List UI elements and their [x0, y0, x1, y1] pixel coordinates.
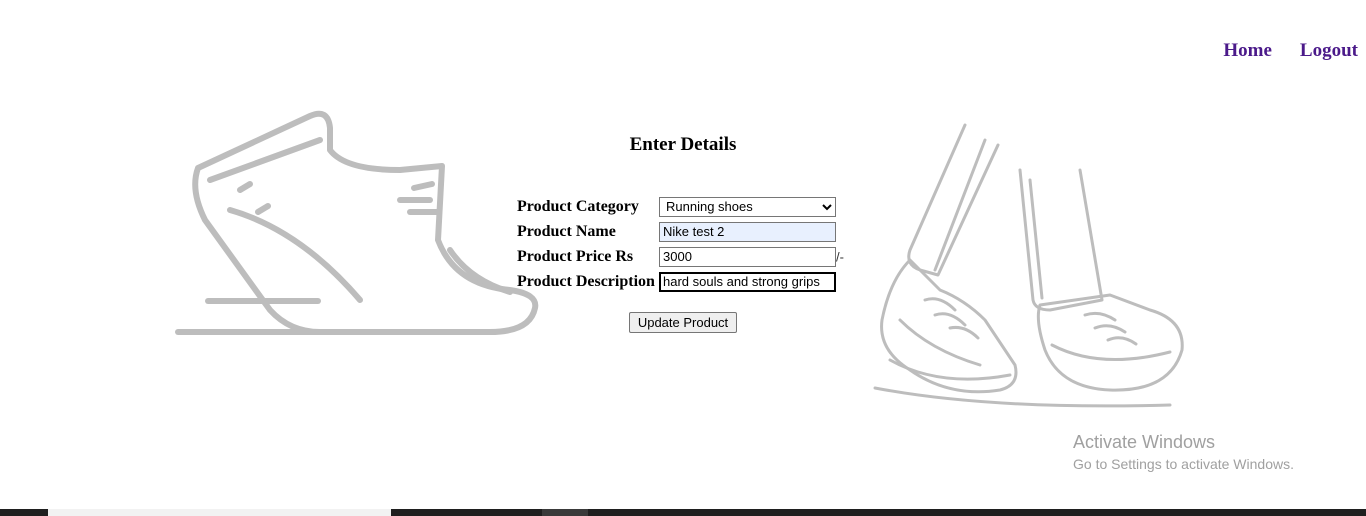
form-title: Enter Details [629, 134, 737, 155]
price-input[interactable] [659, 246, 836, 267]
activate-windows-watermark: Activate Windows Go to Settings to activ… [1073, 432, 1294, 472]
name-input[interactable] [659, 221, 836, 242]
top-nav: Home Logout [1223, 40, 1358, 62]
category-label: Product Category [517, 197, 639, 215]
activate-subtitle: Go to Settings to activate Windows. [1073, 456, 1294, 472]
activate-title: Activate Windows [1073, 432, 1216, 452]
home-link[interactable]: Home [1223, 40, 1272, 62]
walking-feet-icon [873, 123, 1184, 408]
description-input[interactable] [659, 271, 836, 292]
description-label: Product Description [517, 272, 655, 290]
update-product-button[interactable]: Update Product [629, 312, 737, 333]
category-row: Product Category Running shoes [517, 195, 844, 220]
taskbar [0, 509, 1366, 516]
taskbar-app[interactable] [542, 509, 588, 516]
product-form: Product Category Running shoes Product N… [517, 195, 844, 295]
price-label: Product Price Rs [517, 247, 634, 265]
name-label: Product Name [517, 222, 616, 240]
price-suffix: /- [836, 249, 844, 264]
logout-link[interactable]: Logout [1300, 40, 1358, 62]
description-row: Product Description [517, 270, 844, 295]
category-select[interactable]: Running shoes [659, 196, 836, 217]
taskbar-search[interactable] [48, 509, 391, 516]
price-row: Product Price Rs /- [517, 245, 844, 270]
name-row: Product Name [517, 220, 844, 245]
